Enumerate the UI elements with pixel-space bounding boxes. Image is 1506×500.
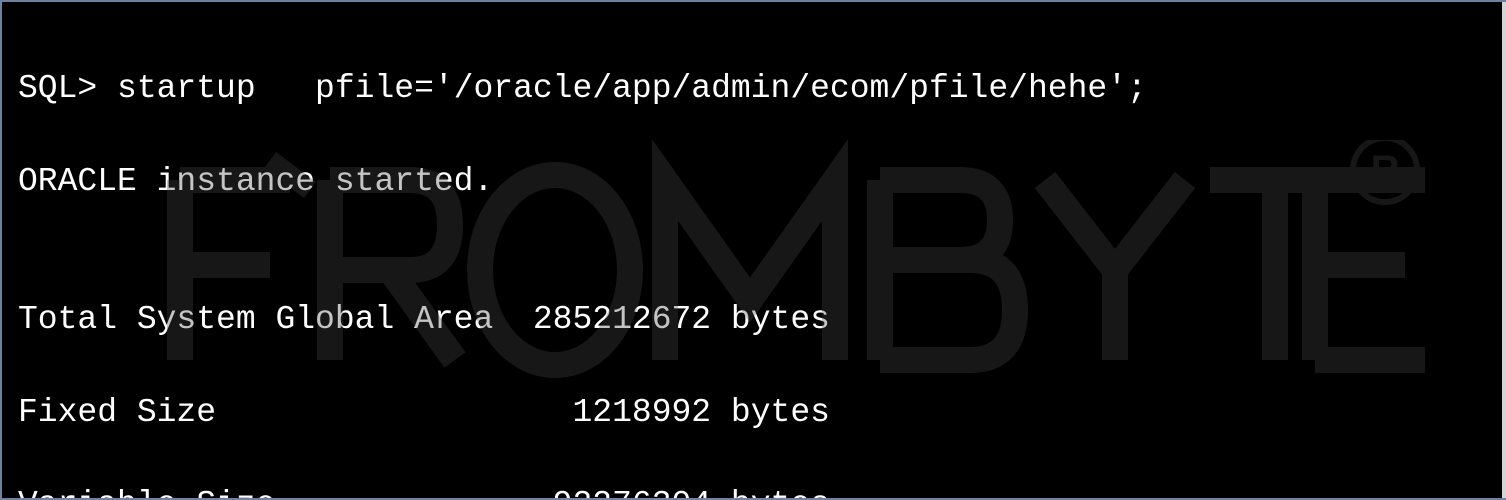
terminal-line: SQL> startup pfile='/oracle/app/admin/ec… — [18, 66, 1488, 112]
terminal-line: Fixed Size 1218992 bytes — [18, 390, 1488, 436]
vertical-scrollbar[interactable] — [1502, 2, 1506, 498]
terminal-line: ORACLE instance started. — [18, 159, 1488, 205]
terminal-line: Variable Size 92276304 bytes — [18, 482, 1488, 498]
terminal-line: Total System Global Area 285212672 bytes — [18, 297, 1488, 343]
terminal-output[interactable]: SQL> startup pfile='/oracle/app/admin/ec… — [2, 2, 1504, 498]
